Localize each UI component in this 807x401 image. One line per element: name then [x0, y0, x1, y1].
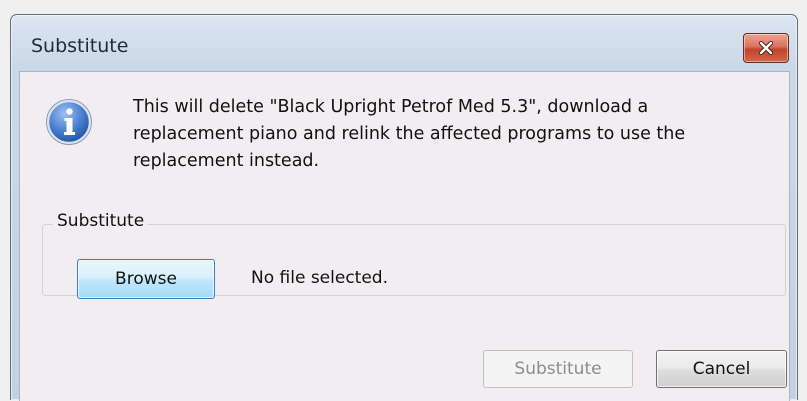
title-bar[interactable]: Substitute — [11, 15, 797, 69]
information-icon — [46, 99, 92, 145]
message-text: This will delete "Black Upright Petrof M… — [133, 97, 686, 171]
dialog-content: This will delete "Black Upright Petrof M… — [19, 71, 790, 401]
groupbox-legend: Substitute — [53, 211, 149, 231]
close-x-icon — [758, 41, 774, 55]
file-status-label: No file selected. — [251, 268, 388, 288]
cancel-button[interactable]: Cancel — [656, 350, 787, 388]
browse-button[interactable]: Browse — [77, 259, 215, 299]
close-button[interactable] — [743, 33, 789, 63]
substitute-groupbox: Substitute Browse No file selected. — [42, 211, 786, 299]
dialog-window: Substitute This will delete "Black Uprig… — [10, 14, 798, 401]
window-title: Substitute — [31, 35, 129, 57]
substitute-button[interactable]: Substitute — [483, 350, 633, 388]
